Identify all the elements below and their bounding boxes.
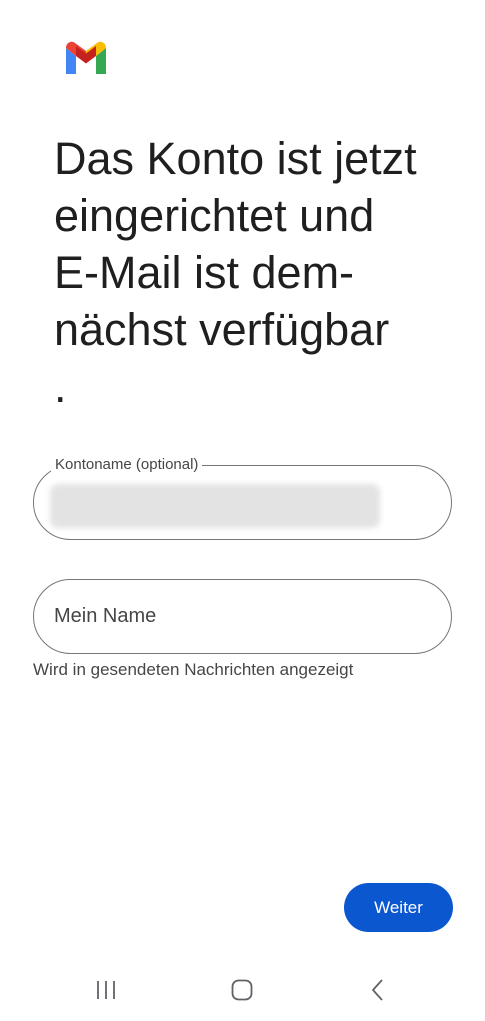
account-name-field[interactable]: Kontoname (optional): [33, 456, 452, 540]
recent-apps-button[interactable]: [86, 972, 126, 1008]
page-title: Das Konto ist jetzt eingerichtet und E-M…: [54, 133, 417, 412]
back-icon: [372, 979, 383, 1001]
home-icon: [231, 979, 253, 1001]
account-name-value-redacted: [50, 484, 380, 528]
next-button[interactable]: Weiter: [344, 883, 453, 932]
back-button[interactable]: [358, 972, 398, 1008]
recent-apps-icon: [97, 981, 115, 999]
home-button[interactable]: [222, 972, 262, 1008]
gmail-logo-icon: [66, 41, 106, 74]
your-name-field[interactable]: [33, 579, 452, 654]
account-name-label: Kontoname (optional): [51, 456, 203, 474]
your-name-helper-text: Wird in gesendeten Nachrichten angezeigt: [33, 660, 354, 679]
your-name-input[interactable]: [54, 580, 424, 653]
system-navigation-bar: [0, 960, 485, 1021]
